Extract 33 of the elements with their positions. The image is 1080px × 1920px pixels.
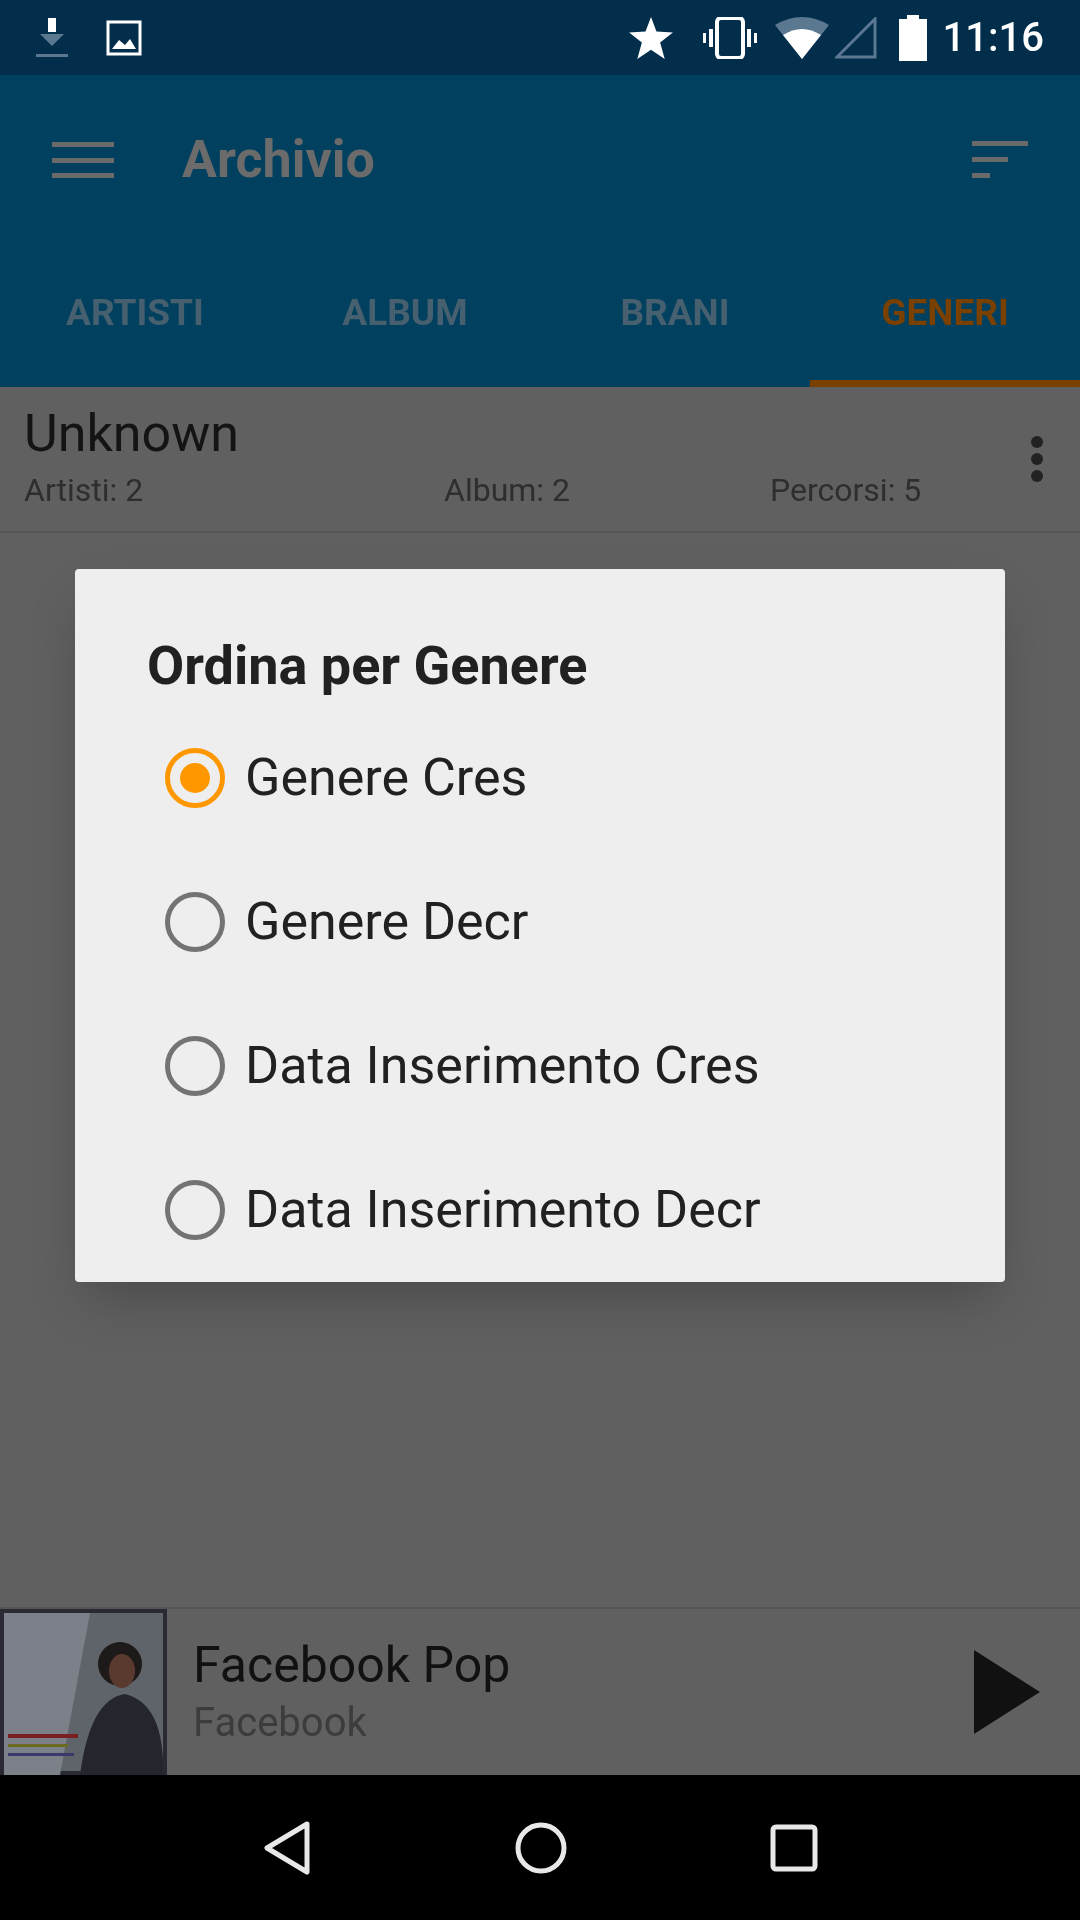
option-label: Genere Cres: [245, 746, 528, 810]
sort-icon[interactable]: [972, 141, 1028, 179]
sort-option[interactable]: Data Inserimento Decr: [147, 1138, 933, 1282]
recents-icon[interactable]: [769, 1822, 820, 1873]
tab[interactable]: ALBUM: [270, 245, 540, 387]
radio-button[interactable]: [165, 892, 225, 952]
tab[interactable]: ARTISTI: [0, 245, 270, 387]
sort-option[interactable]: Genere Cres: [147, 706, 933, 850]
image-icon: [106, 19, 142, 56]
clock-time: 11:16: [942, 12, 1044, 63]
radio-button[interactable]: [165, 1036, 225, 1096]
download-icon: [36, 17, 68, 58]
signal-icon: [834, 16, 877, 59]
sort-option[interactable]: Data Inserimento Cres: [147, 994, 933, 1138]
home-icon[interactable]: [514, 1820, 568, 1875]
track-title: Facebook Pop: [193, 1635, 512, 1696]
dialog-title: Ordina per Genere: [147, 633, 589, 699]
radio-button[interactable]: [165, 748, 225, 808]
vibrate-icon: [702, 16, 757, 59]
wifi-icon: [774, 16, 829, 59]
app-title: Archivio: [182, 128, 375, 192]
more-options-icon[interactable]: [1030, 435, 1044, 483]
sort-option[interactable]: Genere Decr: [147, 850, 933, 994]
star-icon: [628, 16, 673, 59]
battery-icon: [898, 14, 927, 61]
menu-button[interactable]: [52, 142, 114, 178]
genre-name: Unknown: [24, 404, 240, 464]
option-label: Data Inserimento Cres: [245, 1034, 760, 1098]
option-label: Genere Decr: [245, 890, 529, 954]
radio-button[interactable]: [165, 1180, 225, 1240]
option-label: Data Inserimento Decr: [245, 1178, 761, 1242]
play-icon[interactable]: [974, 1650, 1040, 1734]
tab[interactable]: BRANI: [540, 245, 810, 387]
